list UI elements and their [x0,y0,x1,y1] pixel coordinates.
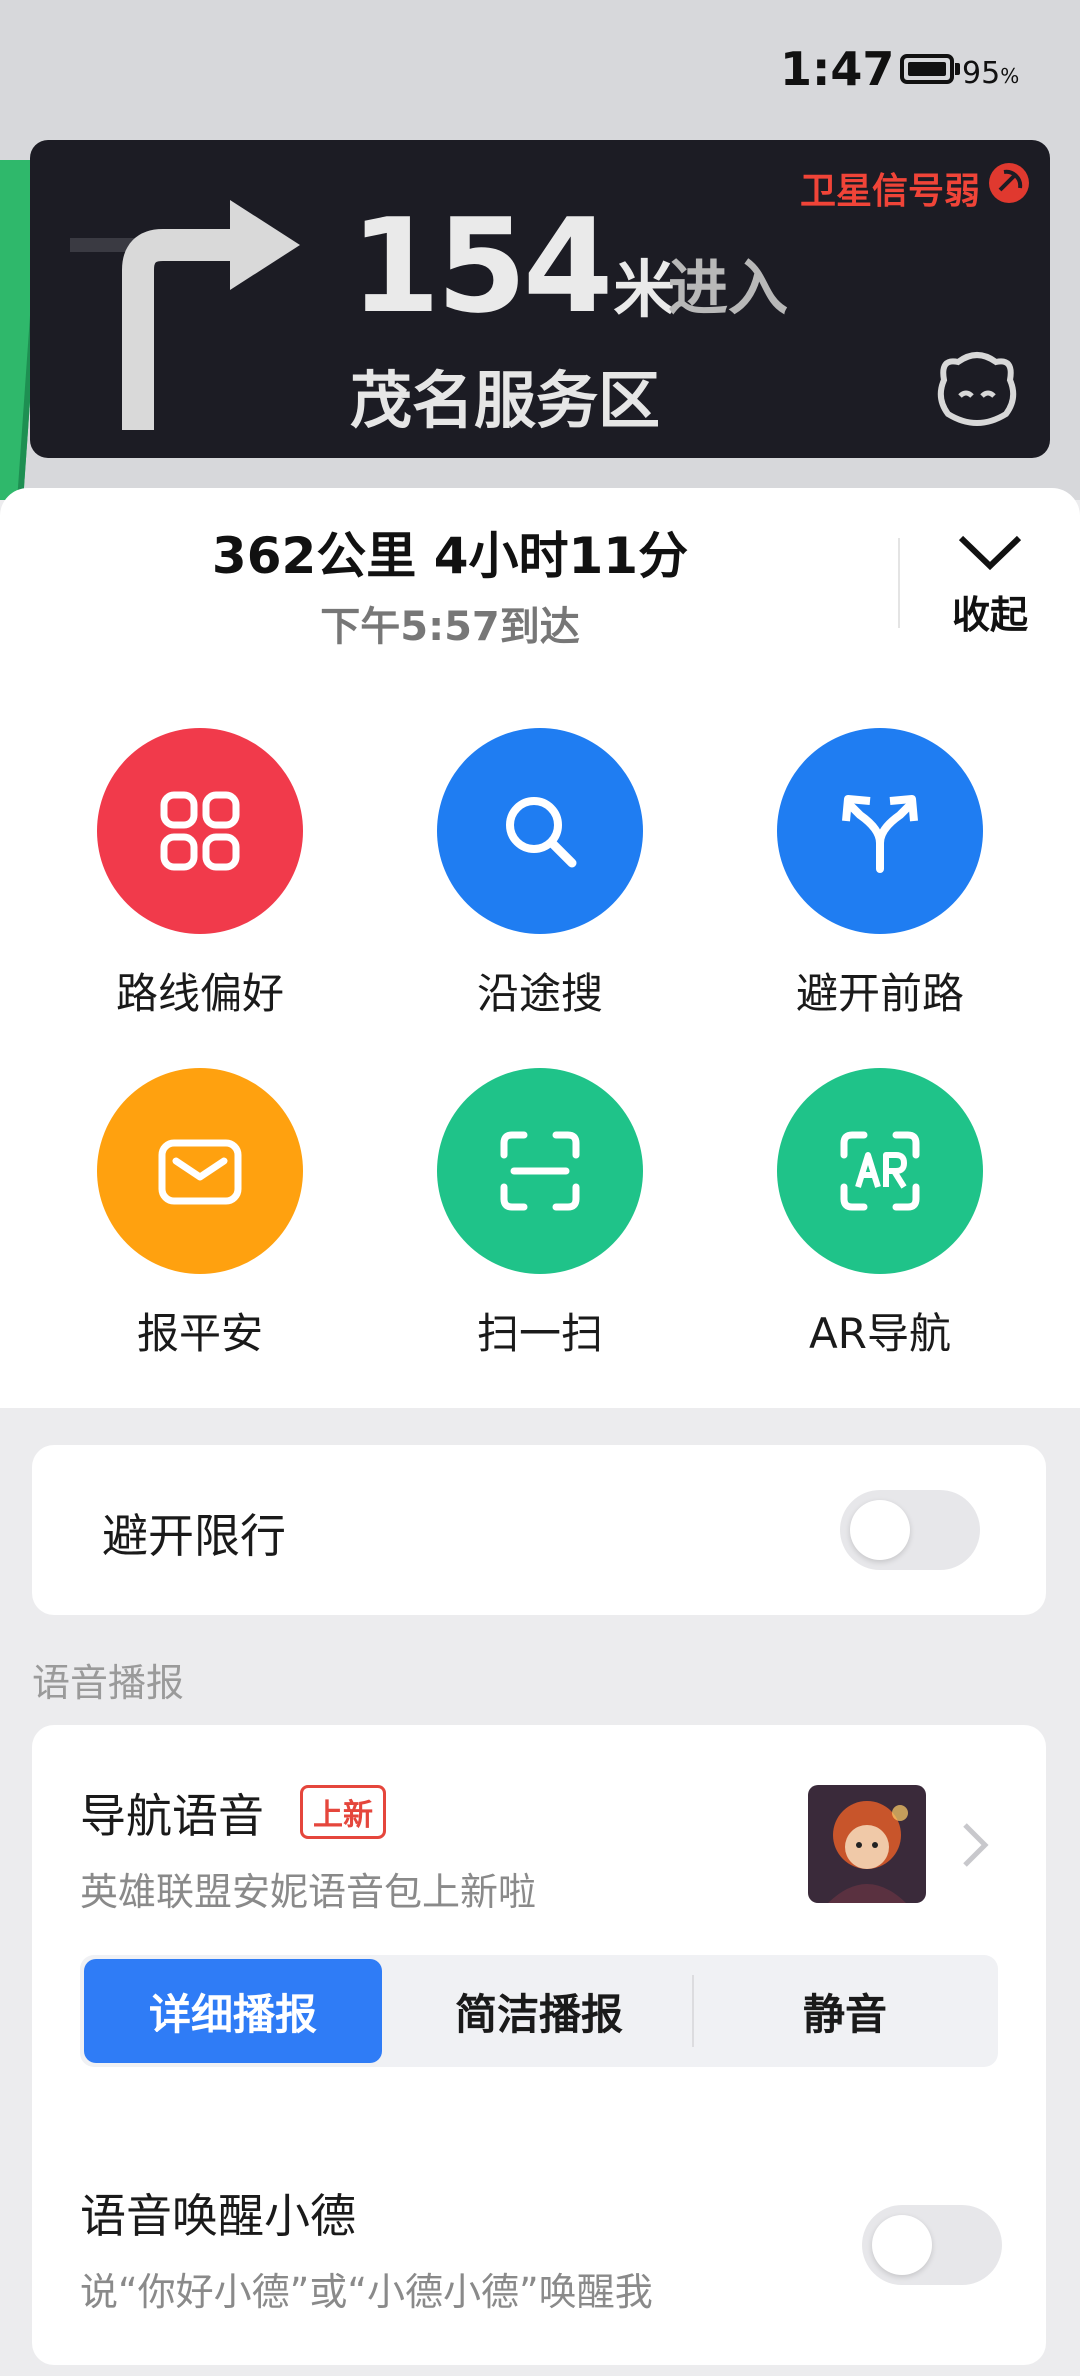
divider [898,538,900,628]
toggle-knob [850,1500,910,1560]
avoid-road-ahead-button[interactable]: 避开前路 [750,728,1010,1021]
route-preference-button[interactable]: 路线偏好 [70,728,330,1021]
tool-label: AR导航 [809,1309,951,1358]
avoid-circle [777,728,983,934]
navigation-panel: 362公里 4小时11分 下午5:57到达 收起 路线偏好 沿途搜 避开前路 报… [0,488,1080,1408]
voice-pack-avatar[interactable] [808,1785,926,1903]
collapse-button[interactable]: 收起 [920,530,1060,639]
search-along-route-button[interactable]: 沿途搜 [410,728,670,1021]
distance-value: 154 [350,190,613,342]
tool-label: 路线偏好 [115,969,284,1018]
collapse-label: 收起 [951,593,1028,637]
avoid-restriction-row: 避开限行 [32,1445,1046,1615]
wake-word-toggle[interactable] [862,2205,1002,2285]
mode-concise-button[interactable]: 简洁播报 [390,1959,688,2063]
arrival-time: 下午5:57到达 [320,604,580,650]
avoid-restriction-label: 避开限行 [102,1509,286,1563]
battery-icon [900,54,954,84]
scan-button[interactable]: 扫一扫 [410,1068,670,1361]
grid-icon [160,791,240,871]
route-preference-circle [97,728,303,934]
mascot-icon[interactable] [934,350,1020,430]
new-badge: 上新 [300,1785,386,1839]
fork-arrows-icon [842,795,918,873]
mode-mute-button[interactable]: 静音 [696,1959,994,2063]
report-circle [97,1068,303,1274]
scan-circle [437,1068,643,1274]
turn-action: 进入 [668,254,788,324]
distance-unit: 米 [613,253,676,326]
chevron-down-icon [958,535,1022,571]
turn-right-arrow-icon [70,200,300,430]
next-road-name: 茂名服务区 [350,364,661,437]
wake-word-label: 语音唤醒小德 [80,2189,356,2243]
voice-mode-selector: 详细播报 简洁播报 静音 [80,1955,998,2067]
ar-navigation-button[interactable]: AR导航 [750,1068,1010,1361]
tool-label: 避开前路 [795,969,964,1018]
status-time: 1:47 [780,42,895,96]
battery-level: 95% [962,56,1020,91]
ar-icon [840,1131,920,1211]
scan-icon [500,1131,580,1211]
trip-summary: 362公里 4小时11分 [211,527,689,585]
tool-label: 扫一扫 [476,1309,603,1358]
avoid-restriction-toggle[interactable] [840,1490,980,1570]
segment-divider [692,1975,694,2047]
status-bar: 1:47 95% [0,0,1080,120]
voice-section-title: 语音播报 [32,1661,185,1705]
nav-voice-desc: 英雄联盟安妮语音包上新啦 [80,1870,537,1914]
chevron-right-icon[interactable] [957,1815,993,1875]
ar-circle [777,1068,983,1274]
gps-status: 卫星信号弱 [799,171,980,212]
satellite-icon [989,163,1029,203]
voice-settings-card: 导航语音 上新 英雄联盟安妮语音包上新啦 详细播报 简洁播报 静音 语音唤醒小德… [32,1725,1046,2365]
tool-label: 沿途搜 [476,969,603,1018]
turn-guidance-card[interactable]: 154米 进入 茂名服务区 卫星信号弱 [30,140,1050,458]
mail-icon [158,1139,242,1205]
battery-nub [955,63,960,75]
report-safety-button[interactable]: 报平安 [70,1068,330,1361]
mode-detailed-button[interactable]: 详细播报 [84,1959,382,2063]
search-icon [506,797,577,868]
distance-to-turn: 154米 [350,190,675,342]
search-circle [437,728,643,934]
wake-word-desc: 说“你好小德”或“小德小德”唤醒我 [80,2270,653,2314]
tool-label: 报平安 [136,1309,263,1358]
nav-voice-label[interactable]: 导航语音 [80,1780,264,1846]
toggle-knob [872,2215,932,2275]
